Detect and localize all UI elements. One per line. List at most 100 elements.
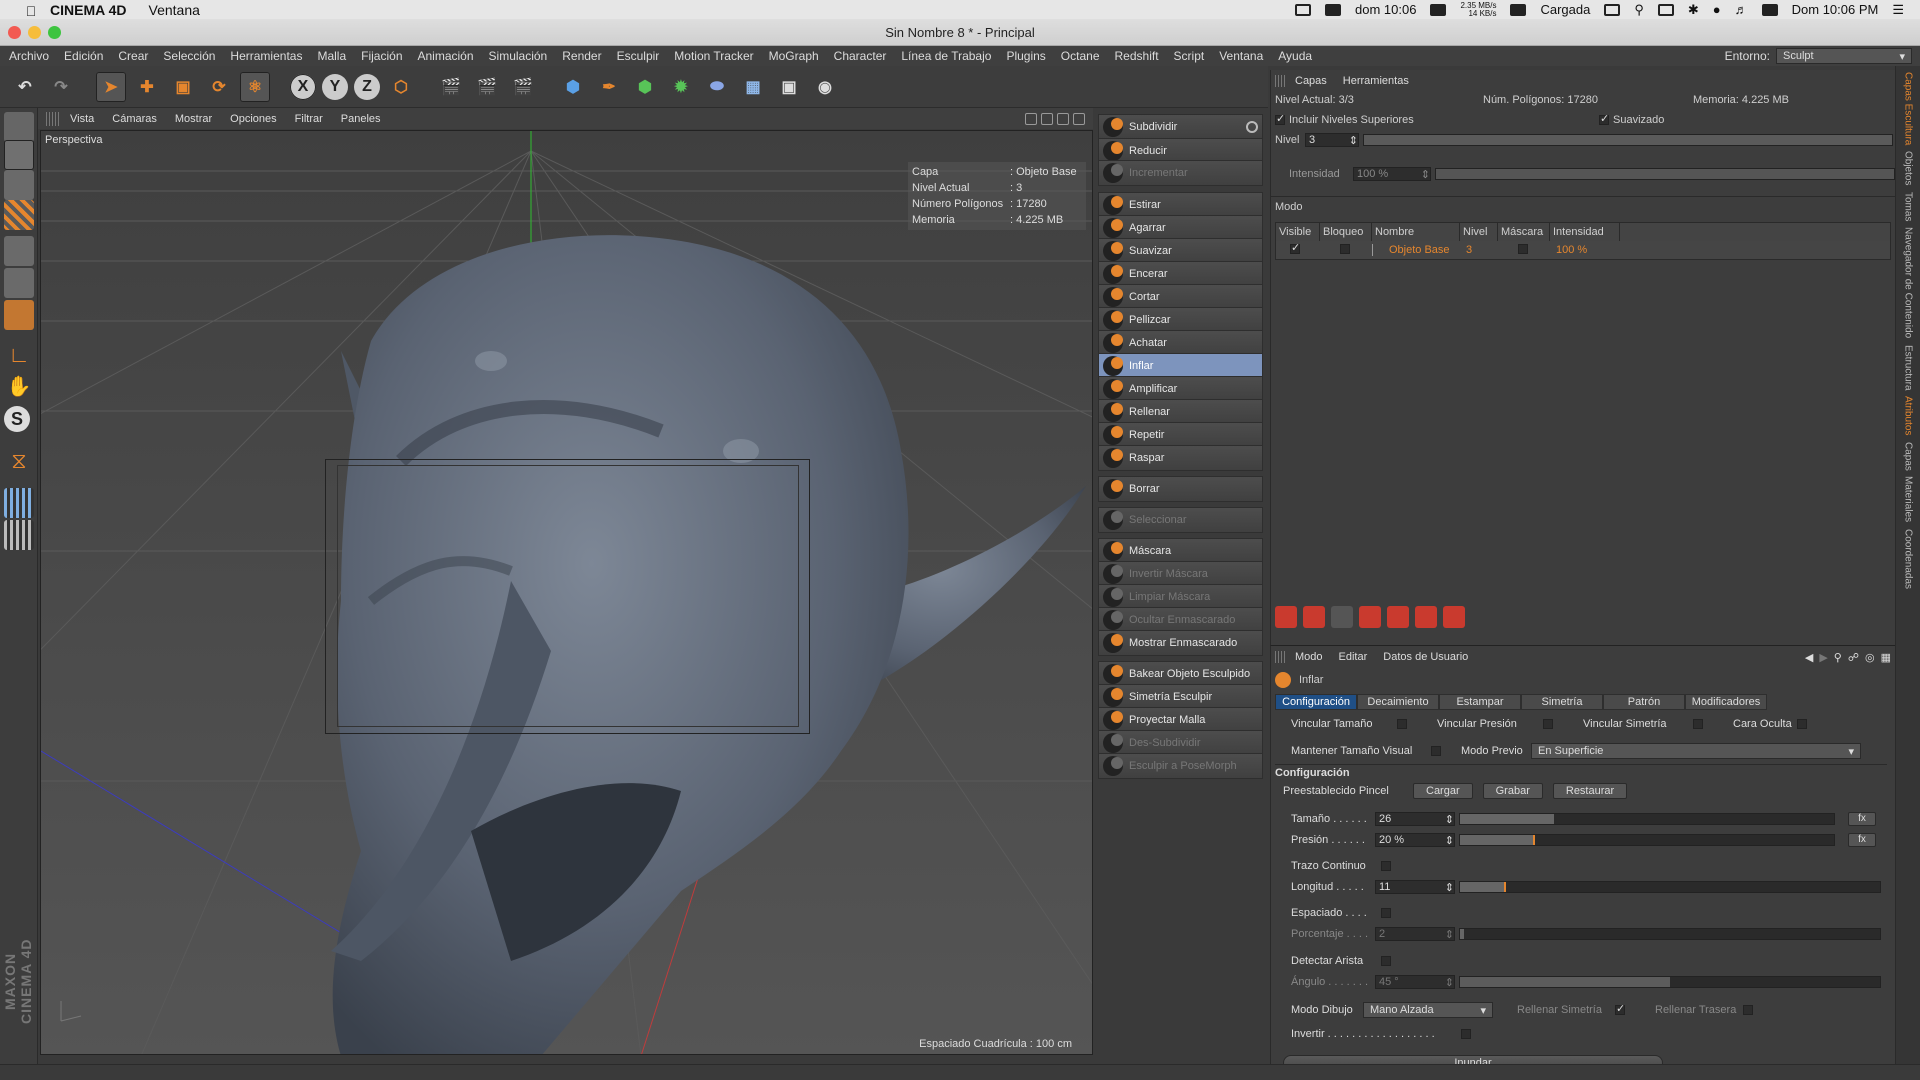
col-visible[interactable]: Visible xyxy=(1276,223,1320,241)
redo-icon[interactable]: ↷ xyxy=(46,72,76,102)
undo-icon[interactable]: ↶ xyxy=(10,72,40,102)
menu-ventana[interactable]: Ventana xyxy=(1219,49,1263,63)
airplay-icon[interactable] xyxy=(1657,3,1674,16)
deformer-icon[interactable]: ⬬ xyxy=(702,72,732,102)
nivel-slider[interactable] xyxy=(1363,134,1893,146)
notification-icon[interactable]: ☰ xyxy=(1892,2,1904,18)
right-tab-6[interactable]: Capas xyxy=(1903,442,1914,471)
sculpt-tool-mostrar-enmascarado[interactable]: Mostrar Enmascarado xyxy=(1098,630,1263,656)
viewport-menu-mostrar[interactable]: Mostrar xyxy=(175,113,212,125)
attr-tab-datos[interactable]: Datos de Usuario xyxy=(1383,651,1468,663)
3d-viewport[interactable]: Perspectiva Capa: Objeto Base Nivel Actu… xyxy=(40,130,1093,1055)
menu-edicion[interactable]: Edición xyxy=(64,49,103,63)
close-window-button[interactable] xyxy=(8,26,21,39)
modo-dibujo-dropdown[interactable]: Mano Alzada ▾ xyxy=(1363,1002,1493,1018)
subtab-simetria[interactable]: Simetría xyxy=(1521,694,1603,710)
edges-mode-icon[interactable] xyxy=(4,268,34,298)
z-axis-icon[interactable]: Z xyxy=(354,73,380,100)
clock[interactable]: Dom 10:06 PM xyxy=(1792,2,1879,17)
intensidad-slider[interactable] xyxy=(1435,168,1895,180)
menu-malla[interactable]: Malla xyxy=(317,49,346,63)
menu-linea-de-trabajo[interactable]: Línea de Trabajo xyxy=(901,49,991,63)
mac-menu-ventana[interactable]: Ventana xyxy=(149,2,200,18)
incluir-checkbox[interactable] xyxy=(1275,112,1285,125)
angulo-slider[interactable] xyxy=(1459,976,1881,988)
merge-layer-icon[interactable] xyxy=(1443,606,1465,628)
render-settings-icon[interactable]: 🎬 xyxy=(508,72,538,102)
rellenar-trasera-checkbox[interactable] xyxy=(1743,1005,1753,1015)
target-icon[interactable]: ◎ xyxy=(1865,651,1875,664)
menu-render[interactable]: Render xyxy=(562,49,601,63)
layer-visible-checkbox[interactable] xyxy=(1290,241,1300,254)
presion-slider[interactable] xyxy=(1459,834,1835,846)
subtab-modificadores[interactable]: Modificadores xyxy=(1685,694,1767,710)
presion-input[interactable]: 20 % ⇕ xyxy=(1375,833,1455,847)
menu-ayuda[interactable]: Ayuda xyxy=(1278,49,1312,63)
select-tool-icon[interactable]: ➤ xyxy=(96,71,126,102)
restaurar-button[interactable]: Restaurar xyxy=(1552,783,1628,799)
espaciado-checkbox[interactable] xyxy=(1381,908,1391,918)
menu-herramientas[interactable]: Herramientas xyxy=(230,49,302,63)
x-axis-icon[interactable]: X xyxy=(290,73,316,100)
back-arrow-icon[interactable]: ◀ xyxy=(1805,651,1813,664)
sculpt-tool-seleccionar[interactable]: Seleccionar xyxy=(1098,507,1263,533)
cara-oculta-checkbox[interactable] xyxy=(1797,719,1807,729)
tamano-fx-button[interactable]: fx xyxy=(1848,812,1876,826)
render-view-icon[interactable]: 🎬 xyxy=(436,72,466,102)
viewport-menu-opciones[interactable]: Opciones xyxy=(230,113,276,125)
floor-icon[interactable]: ▦ xyxy=(738,72,768,102)
nivel-input[interactable]: 3 ⇕ xyxy=(1305,133,1359,147)
right-tab-0[interactable]: Capas Escultura xyxy=(1903,72,1914,145)
intensidad-input[interactable]: 100 % ⇕ xyxy=(1353,167,1431,181)
menu-animacion[interactable]: Animación xyxy=(418,49,474,63)
trazo-checkbox[interactable] xyxy=(1381,861,1391,871)
menu-seleccion[interactable]: Selección xyxy=(163,49,215,63)
right-tab-8[interactable]: Coordenadas xyxy=(1903,529,1914,589)
move-view-icon[interactable] xyxy=(1025,112,1037,125)
subtab-patron[interactable]: Patrón xyxy=(1603,694,1685,710)
sculpt-tool-icon[interactable]: ⚛ xyxy=(240,71,270,102)
col-nivel[interactable]: Nivel xyxy=(1460,223,1498,241)
minimize-window-button[interactable] xyxy=(28,26,41,39)
col-nombre[interactable]: Nombre xyxy=(1372,223,1460,241)
sculpt-tool-esculpir-a-posemorph[interactable]: Esculpir a PoseMorph xyxy=(1098,753,1263,779)
apple-icon[interactable]:  xyxy=(22,3,40,19)
zoom-window-button[interactable] xyxy=(48,26,61,39)
vincular-presion-checkbox[interactable] xyxy=(1543,719,1553,729)
tab-capas[interactable]: Capas xyxy=(1295,75,1327,87)
presion-fx-button[interactable]: fx xyxy=(1848,833,1876,847)
menu-script[interactable]: Script xyxy=(1174,49,1205,63)
environment-dropdown[interactable]: Sculpt ▾ xyxy=(1776,48,1912,64)
menu-octane[interactable]: Octane xyxy=(1061,49,1100,63)
suavizado-checkbox[interactable] xyxy=(1599,112,1609,125)
search-attr-icon[interactable]: ⚲ xyxy=(1834,651,1842,664)
col-mascara[interactable]: Máscara xyxy=(1498,223,1550,241)
delete-layer-icon[interactable] xyxy=(1331,606,1353,628)
right-tab-2[interactable]: Tomas xyxy=(1903,192,1914,221)
pen-icon[interactable]: ✒ xyxy=(594,72,624,102)
col-intensidad[interactable]: Intensidad xyxy=(1550,223,1620,241)
search-icon[interactable]: ⚲ xyxy=(1634,2,1644,18)
menu-character[interactable]: Character xyxy=(834,49,887,63)
vincular-tamano-checkbox[interactable] xyxy=(1397,719,1407,729)
sculpt-tool-subdividir[interactable]: Subdividir xyxy=(1098,114,1263,140)
sculpt-tool-borrar[interactable]: Borrar xyxy=(1098,476,1263,502)
subtab-estampar[interactable]: Estampar xyxy=(1439,694,1521,710)
right-tab-1[interactable]: Objetos xyxy=(1903,151,1914,185)
tab-herramientas[interactable]: Herramientas xyxy=(1343,75,1409,87)
col-bloqueo[interactable]: Bloqueo xyxy=(1320,223,1372,241)
right-tab-4[interactable]: Estructura xyxy=(1903,345,1914,391)
axis-mode-icon[interactable]: ∟ xyxy=(4,342,34,372)
panel-grip-icon[interactable] xyxy=(1275,651,1287,663)
coordinate-system-icon[interactable]: ⬡ xyxy=(386,72,416,102)
bluetooth-icon[interactable]: ✱ xyxy=(1688,2,1699,18)
grabar-button[interactable]: Grabar xyxy=(1482,783,1543,799)
menu-mograph[interactable]: MoGraph xyxy=(769,49,819,63)
longitud-input[interactable]: 11 ⇕ xyxy=(1375,880,1455,894)
clear-layer-icon[interactable] xyxy=(1359,606,1381,628)
move-tool-icon[interactable]: ✚ xyxy=(132,72,162,102)
menu-fijacion[interactable]: Fijación xyxy=(361,49,402,63)
subdivision-icon[interactable]: ⬢ xyxy=(630,72,660,102)
cube-icon[interactable]: ⬢ xyxy=(558,72,588,102)
longitud-slider[interactable] xyxy=(1459,881,1881,893)
